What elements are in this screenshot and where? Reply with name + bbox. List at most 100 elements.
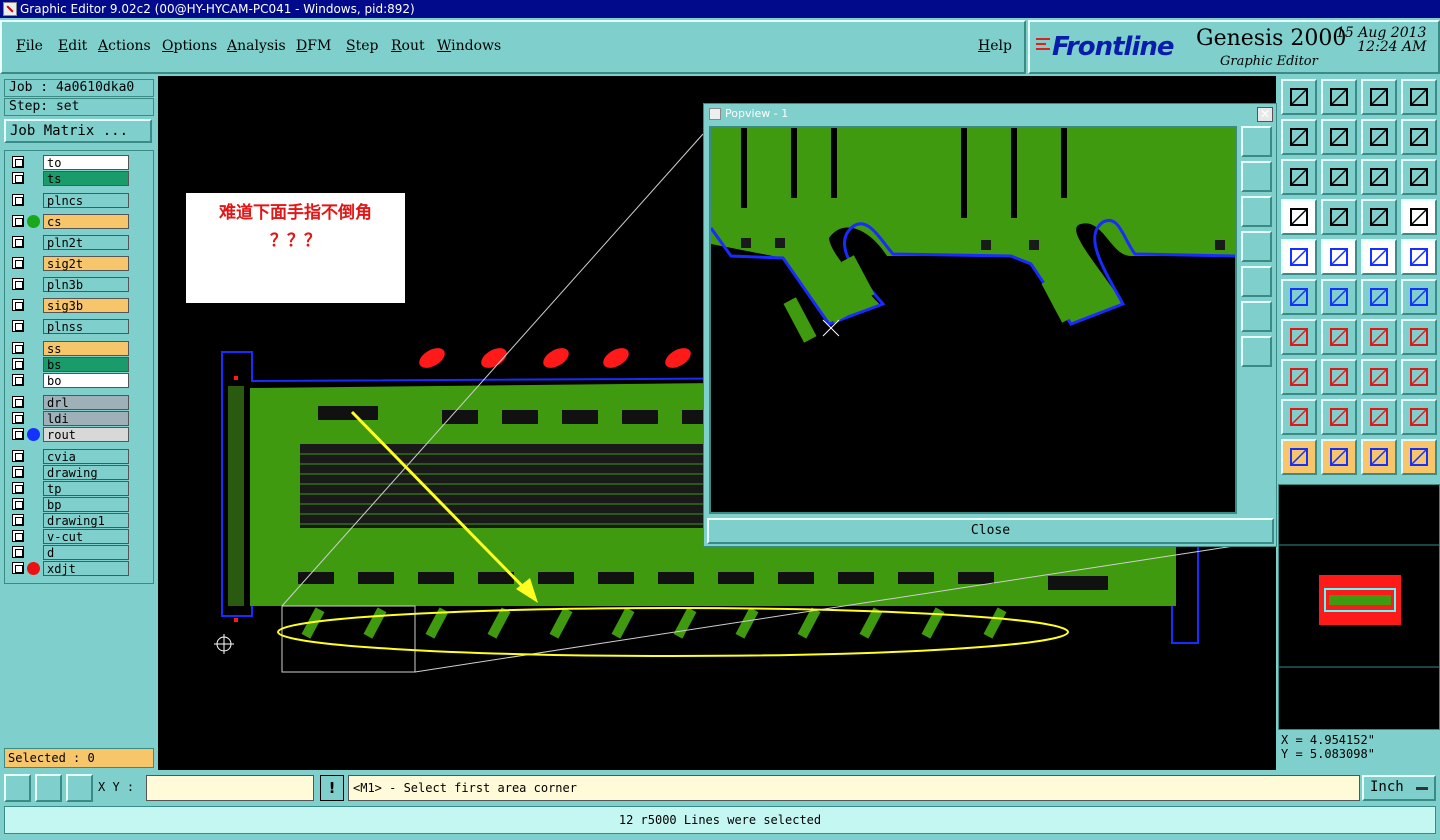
layer-checkbox[interactable] (12, 358, 24, 370)
close-icon[interactable]: ✕ (1257, 107, 1273, 122)
layer-row-ss[interactable]: ss (9, 341, 129, 356)
popview-pan-up-icon[interactable] (1241, 161, 1272, 192)
window-split-icon[interactable] (1401, 79, 1437, 115)
popview-zoom-in-icon[interactable] (1241, 126, 1272, 157)
layer-checkbox[interactable] (12, 299, 24, 311)
popview-canvas[interactable] (709, 126, 1237, 514)
layer-row-bo[interactable]: bo (9, 373, 129, 388)
layer-row-sig3b[interactable]: sig3b (9, 298, 129, 313)
layer-name[interactable]: plnss (43, 319, 129, 334)
menu-step[interactable]: Step (346, 38, 378, 54)
popview-pan-down-icon[interactable] (1241, 196, 1272, 227)
redraw-icon[interactable] (1401, 119, 1437, 155)
select-net-arrow-icon[interactable] (1401, 439, 1437, 475)
layer-checkbox[interactable] (12, 562, 24, 574)
add-surface-icon[interactable] (1401, 239, 1437, 275)
snap-icon[interactable] (4, 774, 31, 802)
add-pad-icon[interactable] (1281, 239, 1317, 275)
layer-row-drawing1[interactable]: drawing1 (9, 513, 129, 528)
triangle-icon[interactable] (1281, 399, 1317, 435)
help-icon[interactable] (1401, 159, 1437, 195)
layer-row-ldi[interactable]: ldi (9, 411, 129, 426)
layer-row-tp[interactable]: tp (9, 481, 129, 496)
layer-name[interactable]: xdjt (43, 561, 129, 576)
layer-row-sig2t[interactable]: sig2t (9, 256, 129, 271)
move-icon[interactable] (1361, 279, 1397, 315)
layer-checkbox[interactable] (12, 482, 24, 494)
layer-name[interactable]: d (43, 545, 129, 560)
layer-row-plncs[interactable]: plncs (9, 193, 129, 208)
layer-checkbox[interactable] (12, 374, 24, 386)
overview-map[interactable] (1278, 484, 1440, 730)
popview-zoom-fit-icon[interactable] (1241, 301, 1272, 332)
line-move-icon[interactable] (1321, 359, 1357, 395)
menu-help[interactable]: Help (978, 38, 1012, 54)
net-select-icon[interactable] (1401, 199, 1437, 235)
tools-icon[interactable] (1281, 199, 1317, 235)
net-icon[interactable] (1361, 199, 1397, 235)
layer-name[interactable]: sig2t (43, 256, 129, 271)
layer-name[interactable]: cvia (43, 449, 129, 464)
layer-checkbox[interactable] (12, 428, 24, 440)
layer-row-cs[interactable]: cs (9, 214, 129, 229)
layer-row-cvia[interactable]: cvia (9, 449, 129, 464)
layer-name[interactable]: drawing (43, 465, 129, 480)
layer-row-drl[interactable]: drl (9, 395, 129, 410)
layer-row-bs[interactable]: bs (9, 357, 129, 372)
zoom-home-icon[interactable] (1321, 79, 1357, 115)
scale-1-2-icon[interactable] (1361, 159, 1397, 195)
house-icon[interactable] (1361, 79, 1397, 115)
popview-zoom-out-icon[interactable] (1241, 336, 1272, 367)
layer-checkbox[interactable] (12, 498, 24, 510)
zoom-center-icon[interactable] (1321, 159, 1357, 195)
layer-name[interactable]: bs (43, 357, 129, 372)
layer-row-pln3b[interactable]: pln3b (9, 277, 129, 292)
layer-name[interactable]: cs (43, 214, 129, 229)
select-arrow-icon[interactable] (1281, 439, 1317, 475)
select-box-icon[interactable] (1321, 439, 1357, 475)
layer-checkbox[interactable] (12, 342, 24, 354)
layer-checkbox[interactable] (12, 466, 24, 478)
layer-row-xdjt[interactable]: xdjt (9, 561, 129, 576)
pad-move-icon[interactable] (1281, 359, 1317, 395)
layer-checkbox[interactable] (12, 215, 24, 227)
grid-snap-icon[interactable] (66, 774, 93, 802)
grid-icon[interactable] (1321, 199, 1357, 235)
layer-checkbox[interactable] (12, 156, 24, 168)
layer-name[interactable]: bo (43, 373, 129, 388)
layer-name[interactable]: sig3b (43, 298, 129, 313)
layer-row-ts[interactable]: ts (9, 171, 129, 186)
xy-input[interactable] (146, 775, 314, 801)
layer-checkbox[interactable] (12, 172, 24, 184)
layer-checkbox[interactable] (12, 320, 24, 332)
menu-analysis[interactable]: Analysis (227, 38, 286, 54)
zoom-fit-icon[interactable] (1281, 159, 1317, 195)
layer-checkbox[interactable] (12, 412, 24, 424)
layer-checkbox[interactable] (12, 450, 24, 462)
menu-rout[interactable]: Rout (391, 38, 425, 54)
layer-name[interactable]: ts (43, 171, 129, 186)
layer-name[interactable]: pln2t (43, 235, 129, 250)
layer-name[interactable]: ss (43, 341, 129, 356)
triangle-cross-icon[interactable] (1321, 399, 1357, 435)
layer-checkbox[interactable] (12, 236, 24, 248)
layer-row-bp[interactable]: bp (9, 497, 129, 512)
layer-row-to[interactable]: to (9, 155, 129, 170)
swap-icon[interactable] (1361, 119, 1397, 155)
menu-dfm[interactable]: DFM (296, 38, 331, 54)
popview-close-button[interactable]: Close (707, 518, 1274, 544)
select-net-icon[interactable] (1281, 279, 1317, 315)
layer-checkbox[interactable] (12, 546, 24, 558)
layer-checkbox[interactable] (12, 396, 24, 408)
triangle-arc-icon[interactable] (1361, 399, 1397, 435)
layer-name[interactable]: rout (43, 427, 129, 442)
transform-icon[interactable] (1401, 359, 1437, 395)
menu-actions[interactable]: Actions (98, 38, 151, 54)
layer-checkbox[interactable] (12, 257, 24, 269)
layer-row-drawing[interactable]: drawing (9, 465, 129, 480)
exclamation-button[interactable]: ! (320, 775, 344, 801)
line-angle-icon[interactable] (1281, 319, 1317, 355)
job-matrix-button[interactable]: Job Matrix ... (4, 119, 152, 143)
slash-icon[interactable] (1321, 319, 1357, 355)
select-polygon-icon[interactable] (1361, 439, 1397, 475)
